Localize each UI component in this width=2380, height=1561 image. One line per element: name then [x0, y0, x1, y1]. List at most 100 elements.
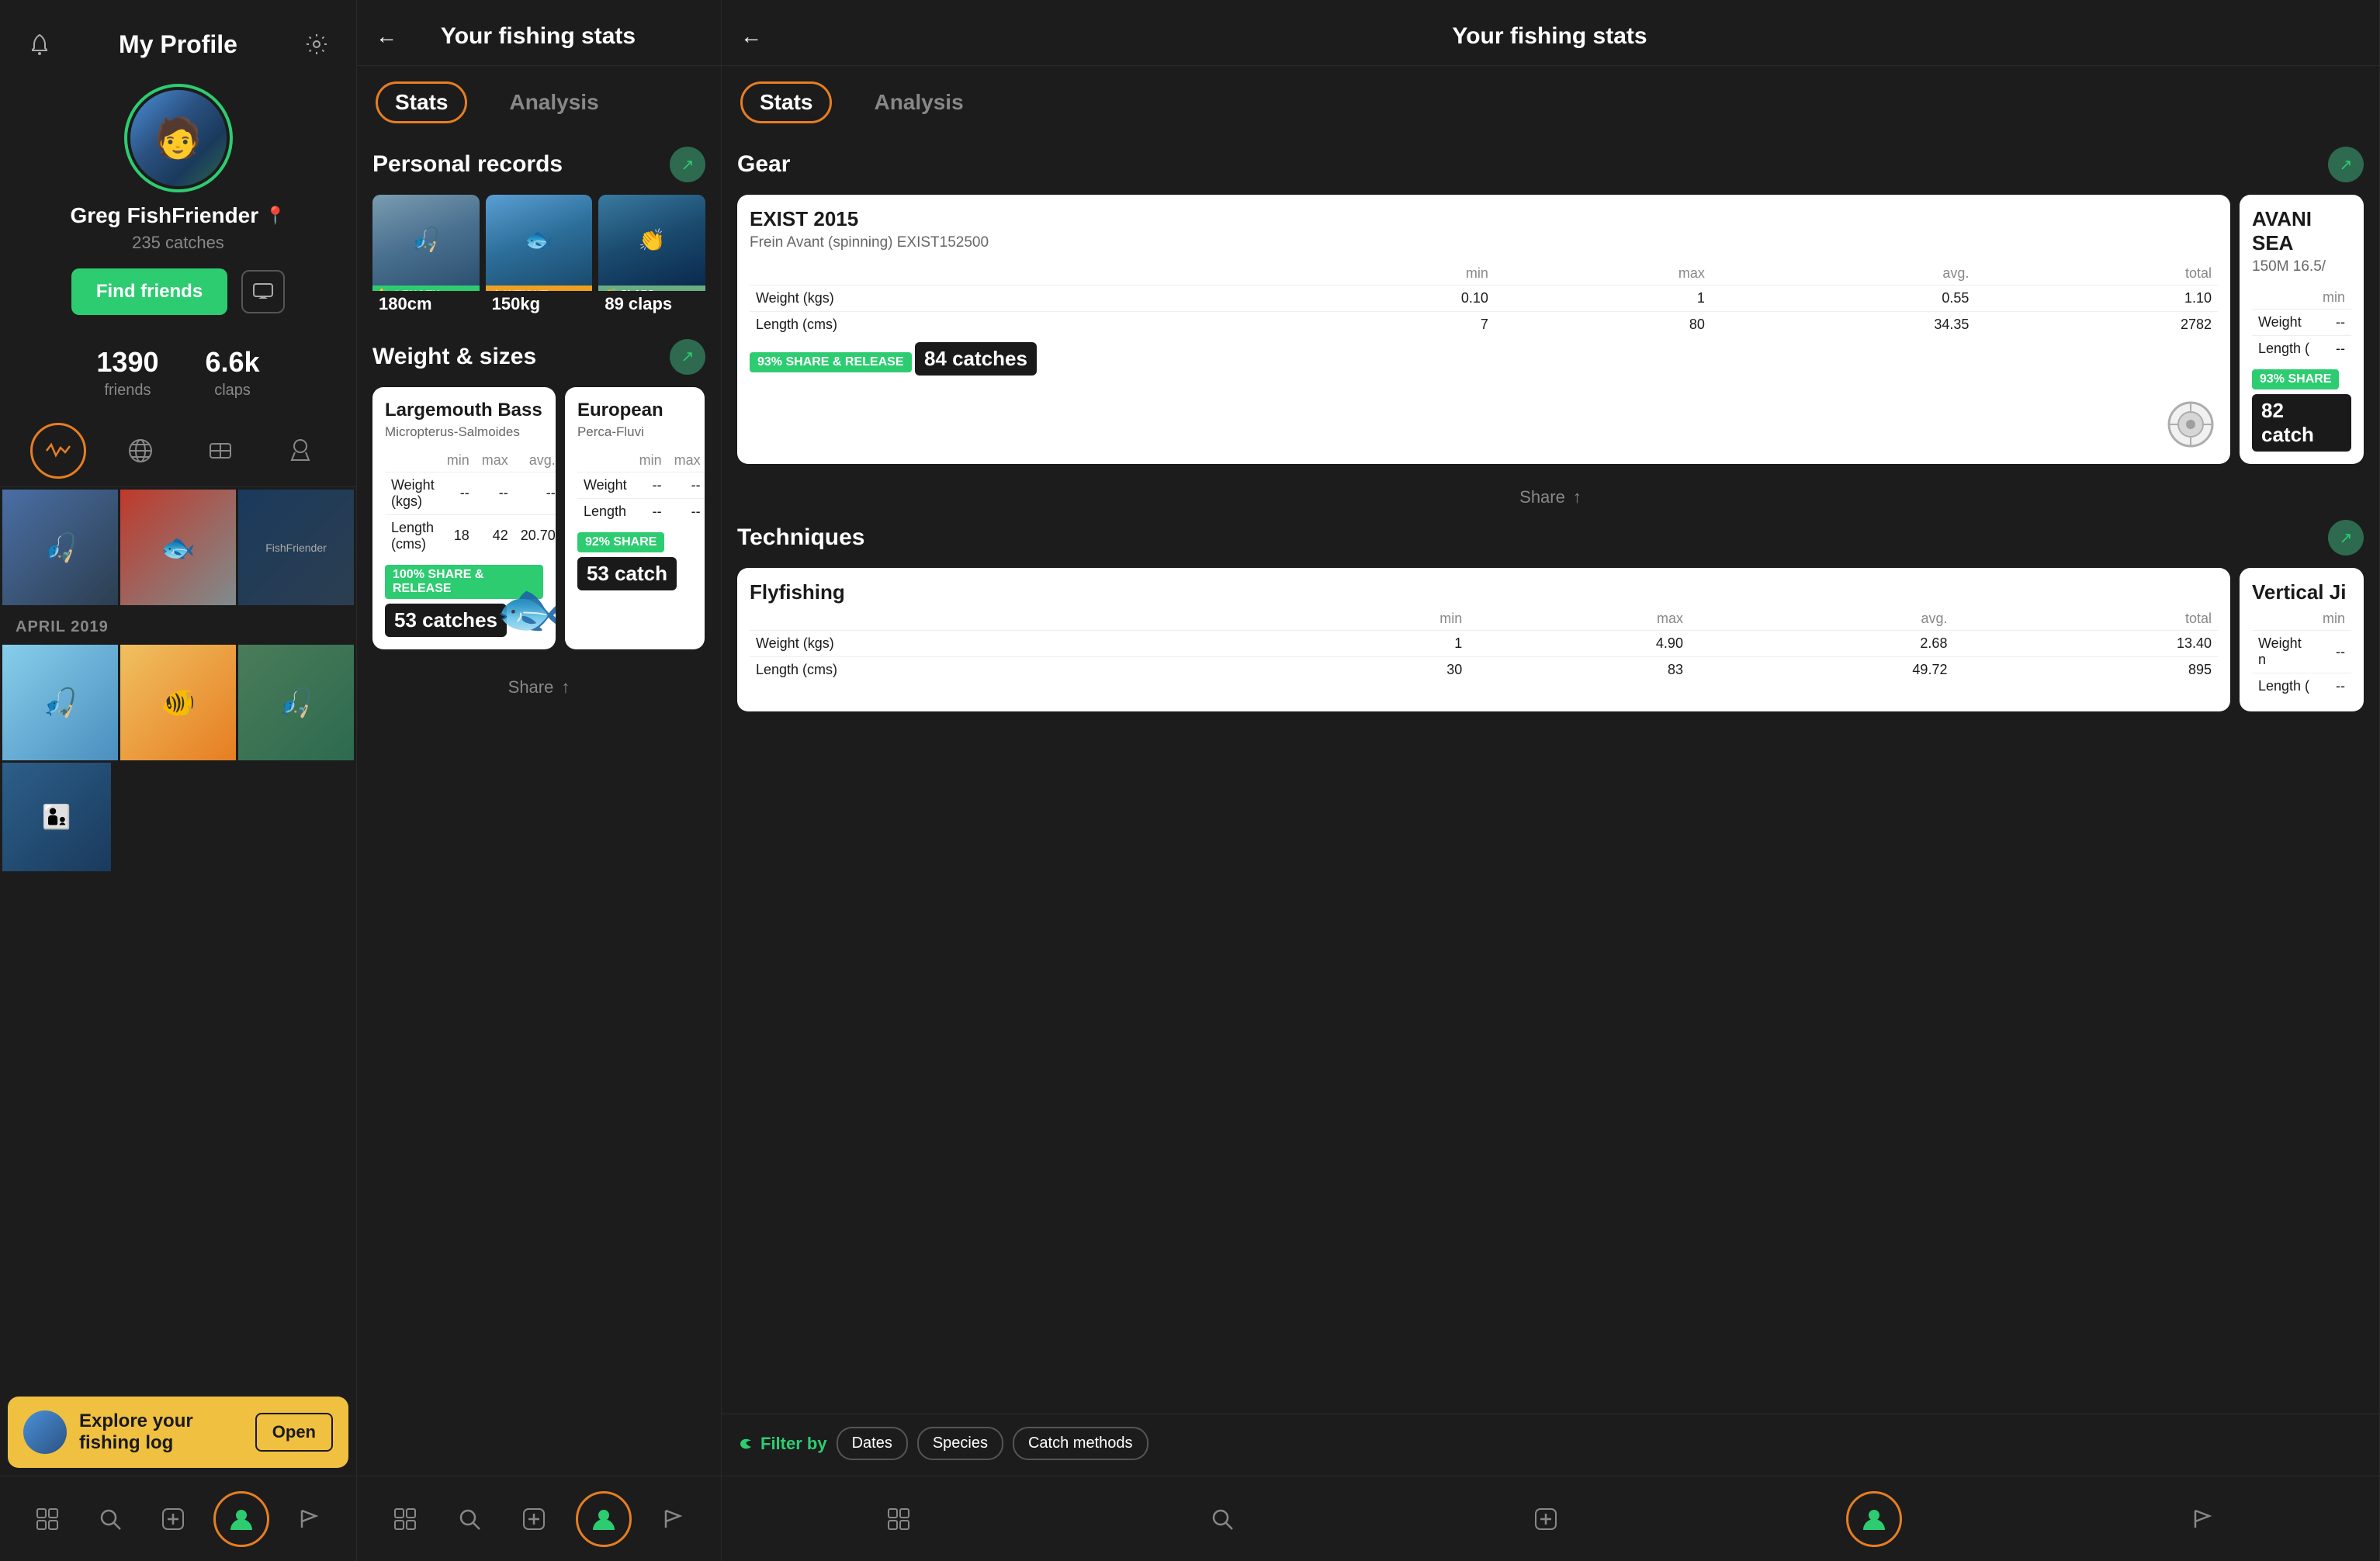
- nav-profile-button-2[interactable]: [576, 1491, 632, 1547]
- exist-gear-card: EXIST 2015 Frein Avant (spinning) EXIST1…: [737, 195, 2230, 464]
- avani-stats-table: min Weight -- Length ( --: [2252, 286, 2351, 362]
- filter-bar-2: Filter by Dates Species Catch methods: [722, 1414, 2379, 1476]
- filter-row-2: Filter by Dates Species Catch methods: [737, 1427, 2364, 1460]
- nav-profile-button-3[interactable]: [1846, 1491, 1902, 1547]
- release-badge-2: 92% SHARE: [577, 532, 664, 552]
- photo-cell[interactable]: 🎣: [2, 490, 118, 605]
- filter-label-2: Filter by: [737, 1434, 827, 1454]
- avani-release-badge: 93% SHARE: [2252, 369, 2339, 389]
- gear-name-2: AVANI SEA: [2252, 207, 2351, 255]
- stats-header-1: ← Your fishing stats: [357, 0, 721, 66]
- claps-record-card: 👏 👏 CLAPS 89 claps: [598, 195, 705, 320]
- technique-name-1: Flyfishing: [750, 580, 2218, 604]
- explore-banner: Explore your fishing log Open: [8, 1397, 348, 1468]
- photo-cell[interactable]: 🐟: [120, 490, 236, 605]
- avani-catches-count: 82 catch: [2252, 394, 2351, 452]
- dates-filter-chip-2[interactable]: Dates: [837, 1427, 908, 1460]
- catch-methods-filter-chip-2[interactable]: Catch methods: [1013, 1427, 1148, 1460]
- nav-profile-button[interactable]: [213, 1491, 269, 1547]
- find-friends-button[interactable]: Find friends: [71, 268, 227, 315]
- photo-cell[interactable]: FishFriender: [238, 490, 354, 605]
- flyfishing-card: Flyfishing min max avg. total Weig: [737, 568, 2230, 711]
- stats-content-1: Personal records ↗ 🎣 📏 LENGTH 180cm 🐟: [357, 131, 721, 1561]
- nav-grid-button-3[interactable]: [875, 1496, 922, 1542]
- nav-search-button[interactable]: [87, 1496, 133, 1542]
- nav-grid-button[interactable]: [24, 1496, 71, 1542]
- reel-illustration: [2163, 397, 2218, 452]
- records-grid: 🎣 📏 LENGTH 180cm 🐟 ⚖ WEIGHT 150kg: [372, 195, 705, 320]
- photo-cell[interactable]: 🎣: [238, 645, 354, 760]
- weight-sizes-title: Weight & sizes: [372, 344, 536, 370]
- open-button[interactable]: Open: [255, 1413, 333, 1452]
- bottom-nav-panel1: [0, 1476, 356, 1561]
- flyfishing-stats-table: min max avg. total Weight (kgs) 1 4.90 2…: [750, 607, 2218, 683]
- stats-panel-2: ← Your fishing stats Stats Analysis Gear…: [722, 0, 2380, 1561]
- back-button-2[interactable]: ←: [740, 24, 762, 49]
- species-filter-chip-2[interactable]: Species: [917, 1427, 1003, 1460]
- stats-tab-analysis-2[interactable]: Analysis: [855, 81, 982, 123]
- fishfriender-logo-icon-2: [737, 1435, 754, 1452]
- photo-cell[interactable]: 👨‍👦: [2, 763, 111, 871]
- exist-release-badge: 93% SHARE & RELEASE: [750, 352, 912, 372]
- share-row-1[interactable]: Share ↑: [372, 665, 705, 710]
- settings-button[interactable]: [300, 28, 333, 61]
- nav-search-button-2[interactable]: [446, 1496, 493, 1542]
- notification-button[interactable]: [23, 28, 56, 61]
- nav-flag-button-2[interactable]: [650, 1496, 696, 1542]
- gear-name-1: EXIST 2015: [750, 207, 2218, 231]
- stats-tab-analysis-1[interactable]: Analysis: [490, 81, 617, 123]
- profile-avatar-area: 🧑 Greg FishFriender 📍 235 catches Find f…: [0, 76, 356, 331]
- european-stats-table: min max Weight -- -- Length --: [577, 449, 705, 524]
- nav-flag-button[interactable]: [286, 1496, 332, 1542]
- claps-stat: 6.6k claps: [206, 346, 260, 400]
- weight-value: 150kg: [486, 291, 593, 320]
- nav-add-button[interactable]: [150, 1496, 196, 1542]
- gear-model-2: 150M 16.5/: [2252, 258, 2351, 275]
- photo-cell[interactable]: 🐠: [120, 645, 236, 760]
- gear-share-row[interactable]: Share ↑: [737, 475, 2364, 520]
- european-card: European Perca-Fluvi min max Weight --: [565, 387, 705, 649]
- share-gear-label: Share: [1519, 487, 1565, 507]
- avani-gear-card: AVANI SEA 150M 16.5/ min Weight --: [2240, 195, 2364, 464]
- nav-flag-button-3[interactable]: [2179, 1496, 2226, 1542]
- nav-add-button-3[interactable]: [1523, 1496, 1569, 1542]
- claps-value: 89 claps: [598, 291, 705, 320]
- techniques-trend-icon: ↗: [2328, 520, 2364, 556]
- photo-cell[interactable]: 🎣: [2, 645, 118, 760]
- exist-catches-count: 84 catches: [915, 342, 1037, 376]
- profile-panel: My Profile 🧑 Greg FishFriender 📍 235 cat…: [0, 0, 357, 1561]
- back-button-1[interactable]: ←: [376, 24, 397, 49]
- tackle-nav-button[interactable]: [195, 423, 246, 479]
- explore-text: Explore your fishing log: [79, 1410, 243, 1454]
- profile-stats: 1390 friends 6.6k claps: [0, 331, 356, 415]
- share-label-1: Share: [508, 677, 554, 697]
- gear-section-header: Gear ↗: [737, 147, 2364, 182]
- stats-tab-stats-1[interactable]: Stats: [376, 81, 467, 123]
- globe-nav-button[interactable]: [115, 423, 166, 479]
- nav-search-button-3[interactable]: [1199, 1496, 1245, 1542]
- species-name-2: European: [577, 400, 692, 421]
- badge-nav-button[interactable]: [275, 423, 326, 479]
- stats-tab-stats-2[interactable]: Stats: [740, 81, 832, 123]
- species-latin-1: Micropterus-Salmoides: [385, 424, 543, 440]
- photo-grid-bottom: 🎣 🐠 🎣 👨‍👦: [0, 642, 356, 874]
- catches-count-1: 53 catches: [385, 604, 507, 637]
- gear-title: Gear: [737, 151, 790, 178]
- techniques-section-header: Techniques ↗: [737, 520, 2364, 556]
- photo-grid-top: 🎣 🐟 FishFriender: [0, 487, 356, 607]
- stats-tabs-2: Stats Analysis: [722, 66, 2379, 131]
- stats-header-2: ← Your fishing stats: [722, 0, 2379, 66]
- species-name-1: Largemouth Bass: [385, 400, 543, 421]
- stats-title-2: Your fishing stats: [778, 23, 2322, 50]
- length-value: 180cm: [372, 291, 480, 320]
- weight-record-card: 🐟 ⚖ WEIGHT 150kg: [486, 195, 593, 320]
- explore-avatar: [23, 1410, 67, 1454]
- message-button[interactable]: [241, 270, 285, 313]
- share-icon-1: ↑: [561, 677, 570, 697]
- profile-nav: [0, 415, 356, 487]
- gear-model-1: Frein Avant (spinning) EXIST152500: [750, 234, 2218, 251]
- nav-add-button-2[interactable]: [511, 1496, 557, 1542]
- nav-grid-button-2[interactable]: [382, 1496, 428, 1542]
- weight-row: Weight (kgs) -- -- -- --: [385, 472, 556, 514]
- activity-nav-button[interactable]: [30, 423, 86, 479]
